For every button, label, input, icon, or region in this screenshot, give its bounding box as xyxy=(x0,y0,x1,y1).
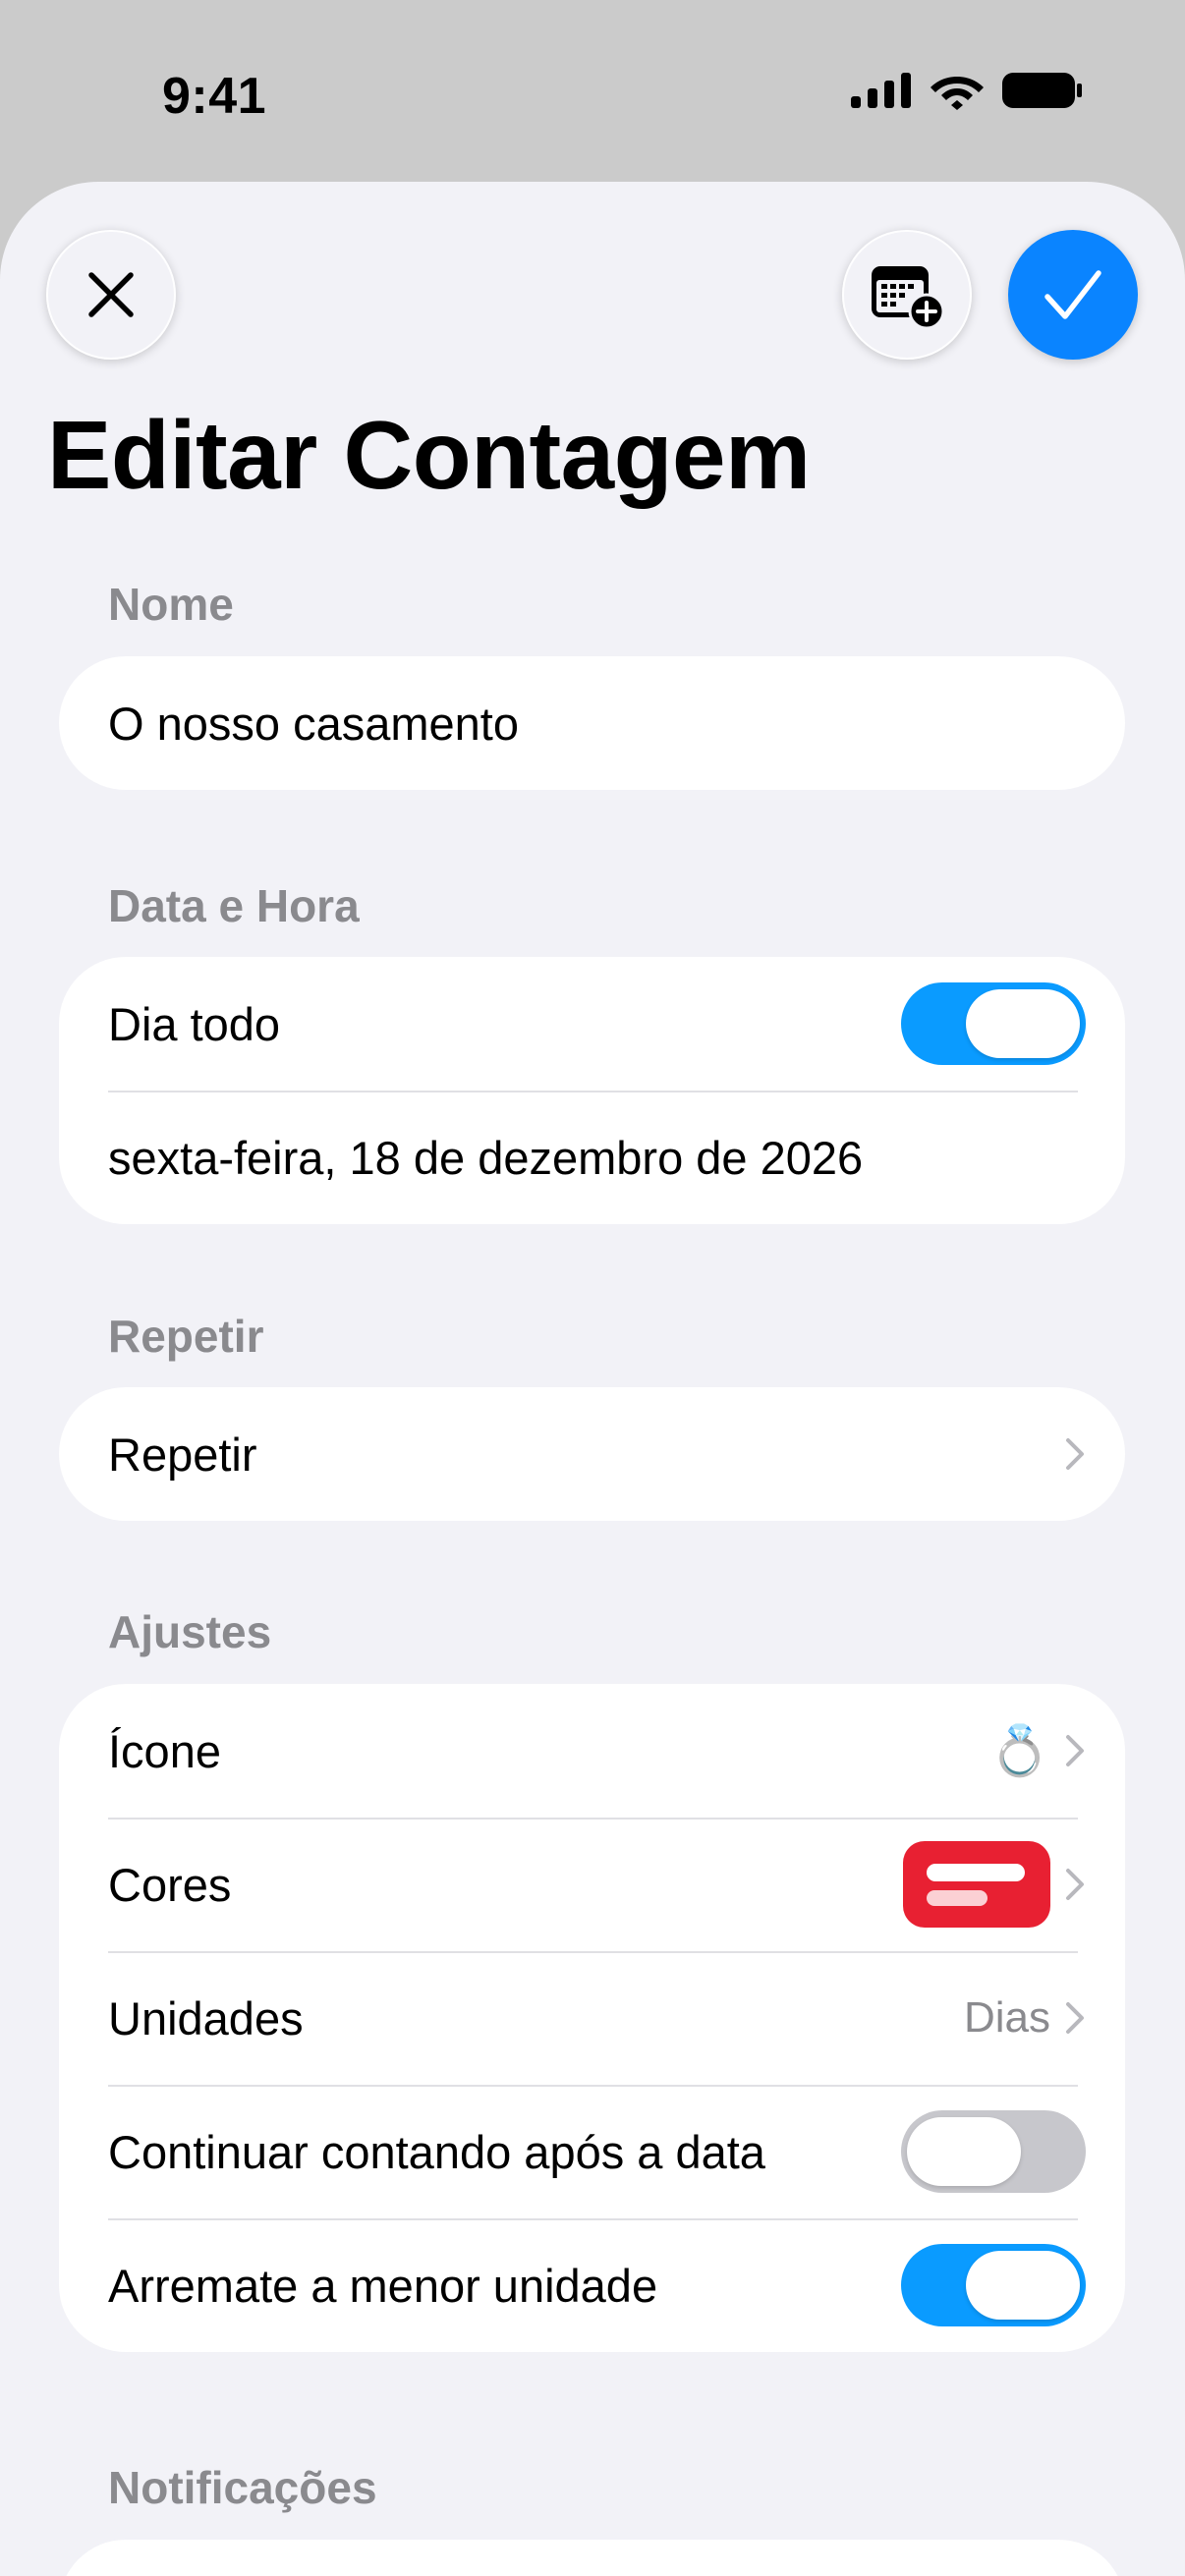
continue-counting-row: Continuar contando após a data xyxy=(59,2085,1125,2218)
all-day-label: Dia todo xyxy=(108,997,281,1050)
name-field-value: O nosso casamento xyxy=(108,697,519,750)
section-header-name: Nome xyxy=(108,579,234,630)
repeat-row[interactable]: Repetir xyxy=(59,1387,1125,1521)
color-swatch xyxy=(903,1841,1050,1928)
battery-icon xyxy=(1002,73,1082,108)
round-unit-toggle[interactable] xyxy=(901,2244,1086,2326)
all-day-toggle[interactable] xyxy=(901,982,1086,1065)
repeat-label: Repetir xyxy=(108,1428,257,1481)
repeat-card: Repetir xyxy=(59,1387,1125,1521)
section-header-repeat: Repetir xyxy=(108,1311,264,1362)
round-unit-row: Arremate a menor unidade xyxy=(59,2218,1125,2352)
cellular-signal-icon xyxy=(851,73,911,108)
edit-countdown-sheet: Editar Contagem Nome O nosso casamento D… xyxy=(0,182,1185,2576)
units-label: Unidades xyxy=(108,1991,304,2044)
page-title: Editar Contagem xyxy=(47,401,811,509)
status-time: 9:41 xyxy=(162,68,267,125)
wifi-icon xyxy=(931,77,984,110)
notifications-card xyxy=(59,2540,1125,2576)
section-header-notifications: Notificações xyxy=(108,2462,377,2513)
section-header-datetime: Data e Hora xyxy=(108,880,360,931)
units-row[interactable]: Unidades Dias xyxy=(59,1951,1125,2085)
ring-icon: 💍 xyxy=(988,1723,1050,1778)
chevron-right-icon xyxy=(1066,2002,1084,2034)
icon-label: Ícone xyxy=(108,1724,221,1777)
status-icons xyxy=(851,71,1083,110)
close-icon xyxy=(88,272,134,317)
icon-row[interactable]: Ícone 💍 xyxy=(59,1684,1125,1818)
done-button[interactable] xyxy=(1008,230,1138,360)
continue-counting-label: Continuar contando após a data xyxy=(108,2125,765,2178)
all-day-row: Dia todo xyxy=(59,957,1125,1091)
chevron-right-icon xyxy=(1066,1735,1084,1766)
colors-label: Cores xyxy=(108,1858,232,1911)
settings-card: Ícone 💍 Cores Unidades Dias Continuar co… xyxy=(59,1684,1125,2352)
checkmark-icon xyxy=(1044,270,1101,319)
calendar-add-icon xyxy=(872,266,945,329)
chevron-right-icon xyxy=(1066,1438,1084,1470)
status-bar: 9:41 xyxy=(0,0,1185,182)
section-header-settings: Ajustes xyxy=(108,1606,272,1657)
datetime-card: Dia todo sexta-feira, 18 de dezembro de … xyxy=(59,957,1125,1224)
continue-counting-toggle[interactable] xyxy=(901,2110,1086,2193)
colors-row[interactable]: Cores xyxy=(59,1818,1125,1951)
date-value: sexta-feira, 18 de dezembro de 2026 xyxy=(108,1131,864,1184)
close-button[interactable] xyxy=(46,230,176,360)
add-to-calendar-button[interactable] xyxy=(842,230,972,360)
name-field[interactable]: O nosso casamento xyxy=(59,656,1125,790)
units-value: Dias xyxy=(963,1993,1050,2042)
round-unit-label: Arremate a menor unidade xyxy=(108,2259,658,2312)
chevron-right-icon xyxy=(1066,1869,1084,1900)
name-card: O nosso casamento xyxy=(59,656,1125,790)
date-row[interactable]: sexta-feira, 18 de dezembro de 2026 xyxy=(59,1091,1125,1224)
